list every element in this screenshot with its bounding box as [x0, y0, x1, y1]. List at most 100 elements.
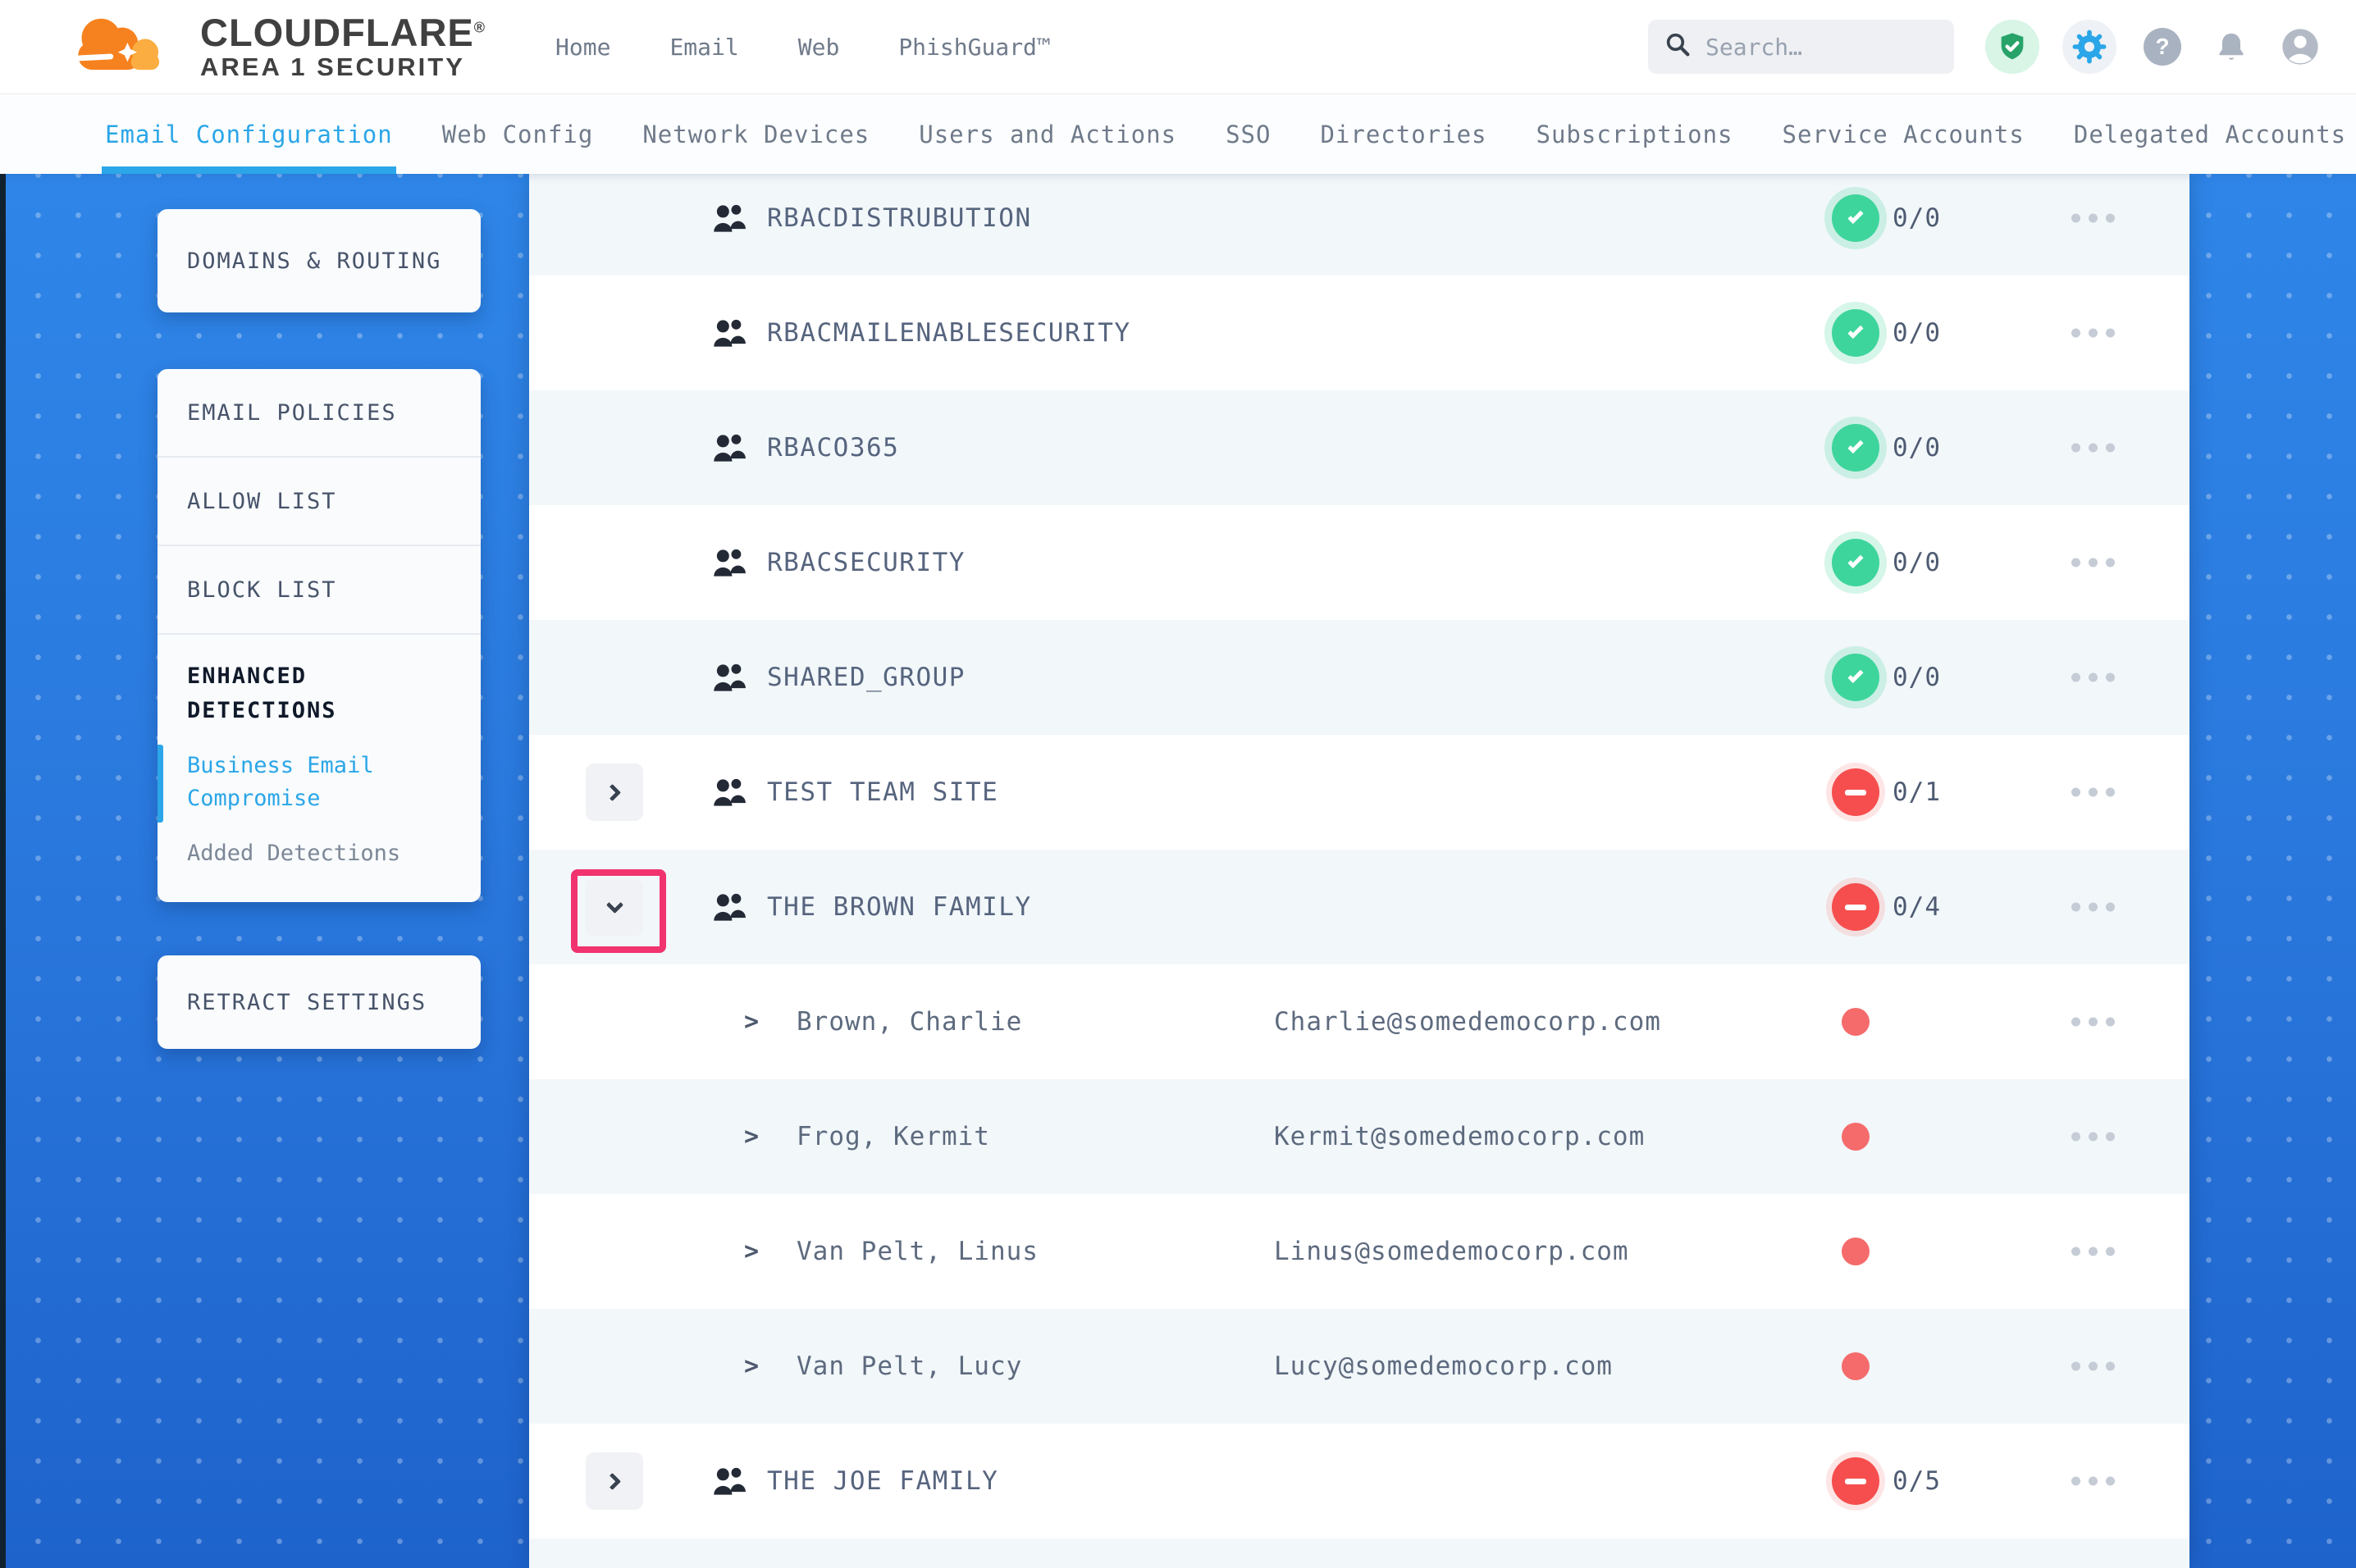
help-icon[interactable]: ? [2139, 24, 2185, 70]
sidebar-item-business-email-compromise[interactable]: Business Email Compromise [158, 728, 436, 816]
table-row: SHARED_GROUP 0/0 [529, 620, 2189, 735]
chevron-right-icon[interactable]: > [744, 1123, 759, 1151]
group-name: RBACMAILENABLESECURITY [767, 318, 1131, 348]
tab-delegated-accounts[interactable]: Delegated Accounts [2074, 94, 2346, 174]
tab-directories[interactable]: Directories [1320, 94, 1486, 174]
row-actions-menu[interactable] [2068, 1467, 2118, 1496]
expand-toggle-button[interactable] [586, 763, 643, 821]
group-icon [710, 1464, 748, 1500]
chevron-right-icon[interactable]: > [744, 1008, 759, 1037]
tab-bar: Email Configuration Web Config Network Dev… [0, 94, 2356, 174]
group-icon [710, 201, 748, 237]
row-actions-menu[interactable] [2068, 893, 2118, 922]
sidebar-item-label: RETRACT SETTINGS [158, 990, 427, 1015]
group-icon [710, 431, 748, 467]
member-count: 0/0 [1893, 203, 1941, 233]
nav-link-web[interactable]: Web [798, 34, 840, 61]
registered-mark: ® [474, 19, 486, 35]
table-row: RBACO3650/0 [529, 390, 2189, 505]
sidebar-item-domains-routing[interactable]: DOMAINS & ROUTING [158, 209, 481, 312]
shield-check-icon[interactable] [1985, 20, 2039, 74]
tab-web-config[interactable]: Web Config [442, 94, 594, 174]
brand: CLOUDFLARE® AREA 1 SECURITY [45, 10, 486, 84]
tab-email-configuration[interactable]: Email Configuration [105, 94, 393, 174]
group-name: RBACO365 [767, 433, 899, 463]
member-count: 0/5 [1893, 1466, 1941, 1496]
row-actions-menu[interactable] [2068, 663, 2118, 692]
tab-network-devices[interactable]: Network Devices [642, 94, 870, 174]
table-row-partial [529, 1538, 2189, 1568]
member-count: 0/0 [1893, 548, 1941, 577]
directory-table-panel: RBACDISTRUBUTION0/0RBACMAILENABLESECURIT… [529, 174, 2189, 1568]
group-name: SHARED_GROUP [767, 663, 966, 692]
row-actions-menu[interactable] [2068, 778, 2118, 807]
row-actions-menu[interactable] [2068, 1352, 2118, 1381]
member-count: 0/1 [1893, 777, 1941, 807]
row-actions-menu[interactable] [2068, 549, 2118, 577]
row-actions-menu[interactable] [2068, 204, 2118, 233]
sidebar-item-email-policies[interactable]: EMAIL POLICIES [158, 369, 481, 458]
search-box[interactable] [1648, 20, 1954, 74]
row-actions-menu[interactable] [2068, 1008, 2118, 1037]
sidebar-item-block-list[interactable]: BLOCK LIST [158, 546, 481, 635]
account-icon[interactable] [2277, 24, 2323, 70]
group-name: TEST TEAM SITE [767, 777, 998, 807]
group-name: THE JOE FAMILY [767, 1466, 998, 1496]
row-actions-menu[interactable] [2068, 1123, 2118, 1151]
row-actions-menu[interactable] [2068, 1238, 2118, 1266]
minus-icon [1845, 790, 1866, 795]
table-row: RBACMAILENABLESECURITY 0/0 [529, 276, 2189, 390]
status-alert-dot [1842, 1008, 1870, 1036]
status-enabled-badge [1832, 539, 1879, 586]
group-icon [710, 316, 748, 352]
tab-subscriptions[interactable]: Subscriptions [1536, 94, 1733, 174]
status-enabled-badge [1832, 309, 1879, 357]
member-count: 0/0 [1893, 318, 1941, 348]
expand-toggle-button[interactable] [586, 878, 643, 936]
member-email: Charlie@somedemocorp.com [1274, 1007, 1661, 1037]
status-enabled-badge [1832, 194, 1879, 242]
group-icon [710, 775, 748, 811]
brand-name: CLOUDFLARE® [200, 12, 486, 52]
sidebar-item-retract-settings[interactable]: RETRACT SETTINGS [158, 955, 481, 1049]
check-icon [1847, 668, 1863, 683]
table-row: RBACDISTRUBUTION0/0 [529, 174, 2189, 276]
tab-service-accounts[interactable]: Service Accounts [1783, 94, 2025, 174]
expand-toggle-button[interactable] [586, 1452, 643, 1510]
settings-gear-icon[interactable] [2062, 20, 2116, 74]
table-row: RBACSECURITY 0/0 [529, 505, 2189, 620]
member-count: 0/0 [1893, 663, 1941, 692]
chevron-right-icon[interactable]: > [744, 1352, 759, 1381]
row-actions-menu[interactable] [2068, 434, 2118, 463]
app-window: CLOUDFLARE® AREA 1 SECURITY Home Email Web… [0, 0, 2356, 1568]
status-disabled-badge [1832, 768, 1879, 816]
group-name: RBACSECURITY [767, 548, 966, 577]
search-input[interactable] [1705, 34, 1938, 61]
chevron-right-icon [604, 783, 621, 800]
member-name: Van Pelt, Linus [797, 1237, 1039, 1266]
table-row: >Van Pelt, LinusLinus@somedemocorp.com [529, 1194, 2189, 1309]
member-count: 0/4 [1893, 892, 1941, 922]
row-actions-menu[interactable] [2068, 319, 2118, 348]
nav-link-home[interactable]: Home [555, 34, 610, 61]
brand-subtitle: AREA 1 SECURITY [200, 54, 486, 81]
table-row: >Frog, KermitKermit@somedemocorp.com [529, 1079, 2189, 1194]
policies-list: EMAIL POLICIESALLOW LISTBLOCK LIST [158, 369, 481, 635]
member-email: Lucy@somedemocorp.com [1274, 1351, 1613, 1381]
enhanced-list: Business Email CompromiseAdded Detection… [158, 728, 481, 871]
tab-users-and-actions[interactable]: Users and Actions [919, 94, 1176, 174]
tab-sso[interactable]: SSO [1226, 94, 1271, 174]
status-alert-dot [1842, 1238, 1870, 1265]
notifications-bell-icon[interactable] [2208, 24, 2254, 70]
check-icon [1847, 323, 1863, 339]
check-icon [1847, 438, 1863, 454]
sidebar-item-label: DOMAINS & ROUTING [158, 248, 441, 274]
chevron-right-icon[interactable]: > [744, 1238, 759, 1266]
member-email: Kermit@somedemocorp.com [1274, 1122, 1645, 1151]
sidebar-item-added-detections[interactable]: Added Detections [158, 816, 436, 871]
nav-link-phishguard[interactable]: PhishGuard™ [898, 34, 1050, 61]
sidebar-item-allow-list[interactable]: ALLOW LIST [158, 458, 481, 546]
member-name: Brown, Charlie [797, 1007, 1022, 1037]
nav-link-email[interactable]: Email [669, 34, 738, 61]
header-nav: Home Email Web PhishGuard™ [555, 34, 1051, 61]
